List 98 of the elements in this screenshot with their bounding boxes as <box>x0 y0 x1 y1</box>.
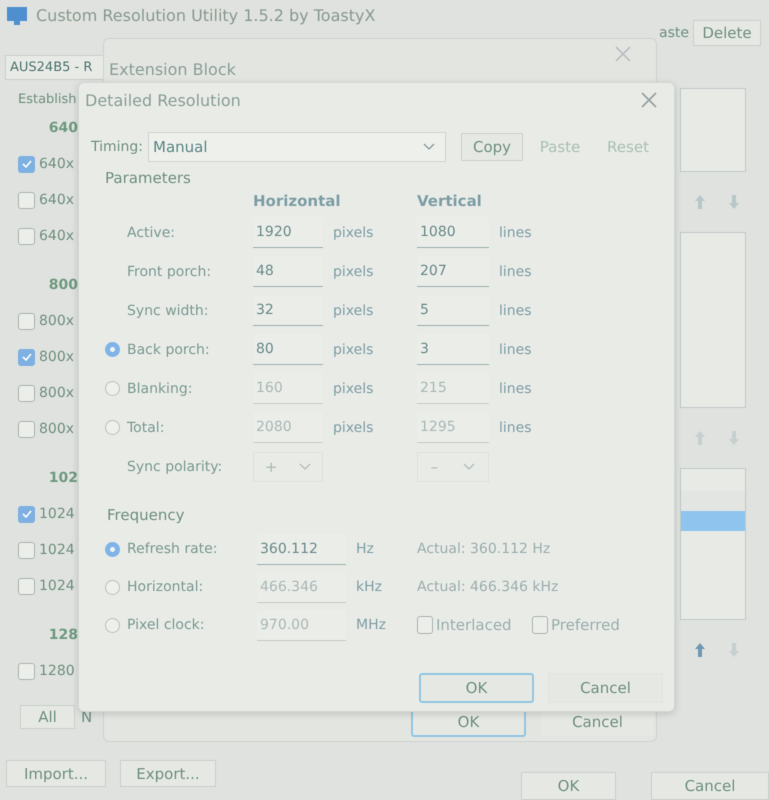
checkbox[interactable] <box>18 384 35 402</box>
actual-value: Actual: 360.112 Hz <box>417 541 550 557</box>
polarity-dropdown[interactable]: – <box>417 452 489 482</box>
unit-label: MHz <box>355 617 387 633</box>
column-header: Horizontal <box>253 191 341 211</box>
parameter-label: Sync polarity: <box>127 458 224 474</box>
down-arrow-icon[interactable] <box>728 194 740 210</box>
monitor-dropdown[interactable]: AUS24B5 - R <box>5 55 103 80</box>
parameter-label: Active: <box>127 224 176 240</box>
unit-label: pixels <box>332 420 374 436</box>
caret-icon <box>423 143 435 151</box>
group-header: 640 <box>48 120 78 136</box>
field-label: Timing: <box>91 139 144 155</box>
parameter-label: Back porch: <box>127 342 211 358</box>
dialog-button[interactable]: Cancel <box>548 673 663 703</box>
checkbox[interactable] <box>18 348 35 366</box>
list-box[interactable] <box>680 232 746 408</box>
resolution-label: 1024 <box>39 506 75 522</box>
checkbox[interactable] <box>18 662 35 680</box>
up-arrow-icon[interactable] <box>694 642 706 658</box>
checkbox[interactable] <box>18 156 35 172</box>
unit-label: kHz <box>355 579 383 595</box>
checkbox[interactable] <box>18 578 35 594</box>
unit-label: lines <box>498 224 533 240</box>
frequency-label: Refresh rate: <box>127 541 218 557</box>
resolution-label: 1024 <box>39 542 75 558</box>
checkbox[interactable] <box>18 192 35 208</box>
column-header: Vertical <box>417 191 482 211</box>
close-icon[interactable] <box>640 91 658 109</box>
resolution-label: 800x <box>39 349 74 365</box>
parameter-label: Total: <box>127 420 166 436</box>
down-arrow-icon[interactable] <box>728 430 740 446</box>
unit-label: lines <box>498 342 533 358</box>
monitor-icon <box>6 6 28 26</box>
list-box[interactable] <box>680 88 746 172</box>
resolution-label: 640x <box>39 228 74 244</box>
group-header: 102 <box>48 470 78 486</box>
unit-label: pixels <box>332 380 374 396</box>
close-icon[interactable] <box>614 45 632 63</box>
polarity-dropdown[interactable]: + <box>253 452 323 482</box>
resolution-label: 640x <box>39 192 74 208</box>
parameter-label: Sync width: <box>127 302 210 318</box>
toolbar-button[interactable]: Delete <box>693 20 761 46</box>
group-header: 800 <box>48 277 78 293</box>
toolbar-button[interactable]: aste <box>659 20 689 46</box>
dialog-title: Extension Block <box>109 60 236 79</box>
resolution-label: 800x <box>39 313 74 329</box>
list-row[interactable] <box>681 491 745 511</box>
up-arrow-icon[interactable] <box>694 430 706 446</box>
frequency-label: Horizontal: <box>127 579 204 595</box>
radio-button[interactable] <box>105 542 120 556</box>
unit-label: lines <box>498 302 533 318</box>
checkbox[interactable]: Interlaced <box>417 616 532 634</box>
check-icon <box>20 508 32 520</box>
window-title: Custom Resolution Utility 1.5.2 by ToastyX <box>36 6 376 25</box>
checkbox[interactable] <box>18 542 35 558</box>
unit-label: pixels <box>332 302 374 318</box>
resolution-label: 1024 <box>39 578 75 594</box>
checkbox[interactable] <box>18 420 35 438</box>
resolution-label: 640x <box>39 156 74 172</box>
checkbox[interactable]: Preferred <box>532 616 647 634</box>
action-button[interactable]: Copy <box>461 133 523 161</box>
check-icon <box>20 158 32 170</box>
check-icon <box>20 351 32 363</box>
checkbox[interactable] <box>18 506 35 522</box>
radio-button[interactable] <box>105 342 120 357</box>
file-button[interactable]: Import... <box>6 760 106 787</box>
unit-label: lines <box>498 380 533 396</box>
unit-label: lines <box>498 264 533 280</box>
parameter-label: Blanking: <box>127 380 194 396</box>
caret-icon <box>463 462 476 470</box>
resolution-label: 800x <box>39 421 74 437</box>
frequency-label: Pixel clock: <box>127 617 206 633</box>
up-arrow-icon[interactable] <box>694 194 706 210</box>
unit-label: pixels <box>332 342 374 358</box>
down-arrow-icon[interactable] <box>728 642 740 658</box>
resolution-label: 1280 <box>39 663 75 679</box>
unit-label: pixels <box>332 224 374 240</box>
unit-label: lines <box>498 420 533 436</box>
dialog-button[interactable]: OK <box>419 673 534 703</box>
dialog-button[interactable]: OK <box>521 772 616 800</box>
unit-label: pixels <box>332 264 374 280</box>
group-header: 128 <box>48 627 78 643</box>
parameter-label: Front porch: <box>127 264 212 280</box>
group-title: Frequency <box>107 506 184 524</box>
checkbox[interactable] <box>18 312 35 330</box>
timing-dropdown[interactable]: Manual <box>148 132 446 162</box>
resolution-label: 800x <box>39 385 74 401</box>
list-row[interactable] <box>681 511 745 531</box>
checkbox[interactable] <box>18 228 35 244</box>
group-title: Parameters <box>105 169 191 187</box>
dialog-title: Detailed Resolution <box>85 90 241 110</box>
unit-label: Hz <box>355 541 375 557</box>
caret-icon <box>299 462 312 470</box>
file-button[interactable]: Export... <box>120 760 216 787</box>
select-button[interactable]: All <box>20 705 75 729</box>
actual-value: Actual: 466.346 kHz <box>417 579 558 595</box>
dialog-button[interactable]: Cancel <box>651 772 769 800</box>
